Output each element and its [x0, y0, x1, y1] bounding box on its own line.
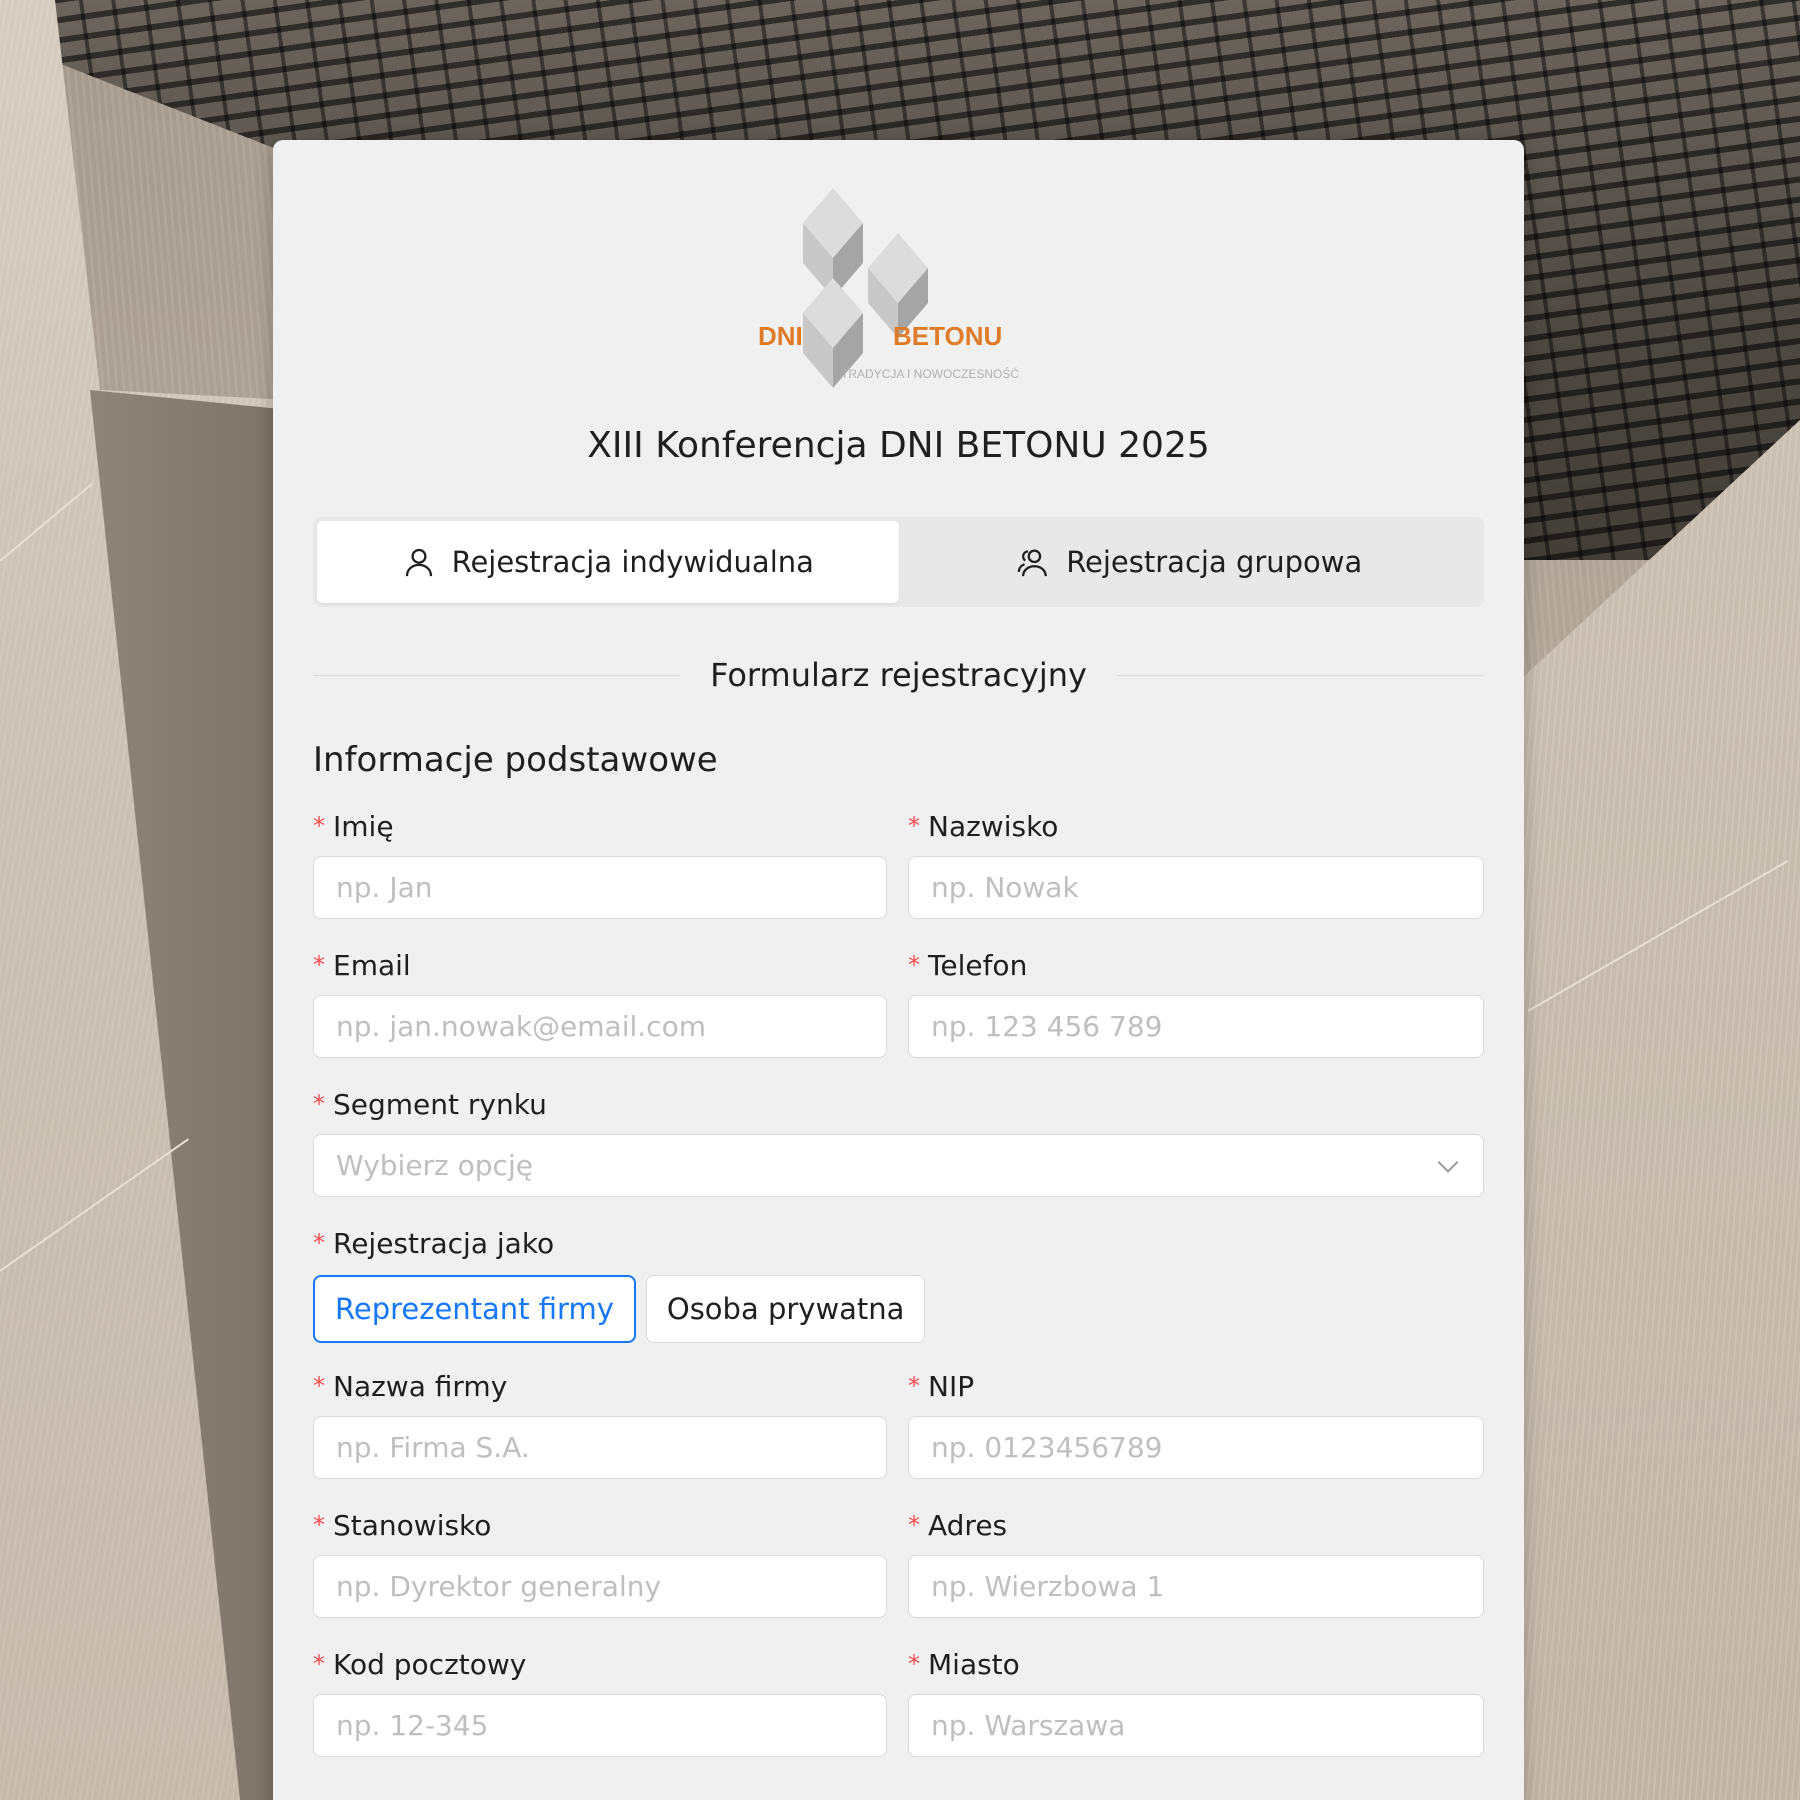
company-label: Nazwa firmy: [333, 1369, 508, 1403]
required-mark: *: [313, 1650, 325, 1678]
register-as-radio-group: Reprezentant firmy Osoba prywatna: [313, 1275, 1484, 1343]
address-input[interactable]: [908, 1555, 1484, 1618]
email-input[interactable]: [313, 995, 887, 1058]
svg-text:DNI: DNI: [758, 321, 803, 351]
chevron-down-icon: [1437, 1160, 1459, 1173]
phone-input[interactable]: [908, 995, 1484, 1058]
first-name-field: * Imię: [313, 808, 887, 919]
company-field: * Nazwa firmy: [313, 1368, 887, 1479]
postal-code-field: * Kod pocztowy: [313, 1646, 887, 1757]
section-title: Informacje podstawowe: [313, 740, 718, 780]
required-mark: *: [313, 1372, 325, 1400]
address-field: * Adres: [908, 1507, 1484, 1618]
divider-line: [313, 674, 681, 676]
segment-label: Segment rynku: [333, 1087, 547, 1121]
form-heading-text: Formularz rejestracyjny: [710, 656, 1087, 694]
user-icon: [405, 548, 432, 577]
registration-tabs: Rejestracja indywidualna Rejestracja gru…: [313, 517, 1484, 607]
register-as-label: Rejestracja jako: [333, 1226, 555, 1260]
required-mark: *: [908, 1511, 920, 1539]
email-label: Email: [333, 948, 411, 982]
city-label: Miasto: [928, 1647, 1020, 1681]
segment-field: * Segment rynku Wybierz opcję: [313, 1086, 1484, 1197]
email-field: * Email: [313, 947, 887, 1058]
company-representative-option[interactable]: Reprezentant firmy: [313, 1275, 636, 1343]
logo-cubes-icon: DNI BETONU TRADYCJA I NOWOCZESNOŚĆ: [758, 188, 1019, 388]
company-input[interactable]: [313, 1416, 887, 1479]
last-name-input[interactable]: [908, 856, 1484, 919]
svg-text:TRADYCJA I NOWOCZESNOŚĆ: TRADYCJA I NOWOCZESNOŚĆ: [841, 366, 1019, 381]
svg-text:BETONU: BETONU: [893, 321, 1002, 351]
register-as-field: * Rejestracja jako Reprezentant firmy Oso…: [313, 1225, 1484, 1343]
last-name-field: * Nazwisko: [908, 808, 1484, 919]
required-mark: *: [313, 812, 325, 840]
nip-field: * NIP: [908, 1368, 1484, 1479]
registration-card: DNI BETONU TRADYCJA I NOWOCZESNOŚĆ XIII …: [273, 140, 1524, 1800]
first-name-label: Imię: [333, 809, 394, 843]
segment-placeholder: Wybierz opcję: [336, 1149, 533, 1182]
position-input[interactable]: [313, 1555, 887, 1618]
required-mark: *: [908, 951, 920, 979]
required-mark: *: [908, 812, 920, 840]
city-input[interactable]: [908, 1694, 1484, 1757]
form-heading: Formularz rejestracyjny: [313, 650, 1485, 700]
divider-line: [1116, 674, 1485, 676]
tab-label: Rejestracja indywidualna: [451, 545, 814, 579]
required-mark: *: [313, 1511, 325, 1539]
nip-input[interactable]: [908, 1416, 1484, 1479]
page-title: XIII Konferencja DNI BETONU 2025: [587, 425, 1210, 466]
postal-code-input[interactable]: [313, 1694, 887, 1757]
position-label: Stanowisko: [333, 1508, 492, 1542]
phone-field: * Telefon: [908, 947, 1484, 1058]
logo: DNI BETONU TRADYCJA I NOWOCZESNOŚĆ: [758, 188, 1048, 388]
required-mark: *: [313, 1090, 325, 1118]
tab-label: Rejestracja grupowa: [1066, 545, 1363, 579]
required-mark: *: [313, 1229, 325, 1257]
private-person-option[interactable]: Osoba prywatna: [645, 1275, 926, 1343]
nip-label: NIP: [928, 1369, 975, 1403]
required-mark: *: [908, 1372, 920, 1400]
required-mark: *: [908, 1650, 920, 1678]
required-mark: *: [313, 951, 325, 979]
users-icon: [1017, 549, 1048, 577]
segment-select[interactable]: Wybierz opcję: [313, 1134, 1484, 1197]
address-label: Adres: [928, 1508, 1008, 1542]
last-name-label: Nazwisko: [928, 809, 1059, 843]
postal-code-label: Kod pocztowy: [333, 1647, 527, 1681]
tab-individual[interactable]: Rejestracja indywidualna: [317, 521, 899, 603]
first-name-input[interactable]: [313, 856, 887, 919]
tab-group[interactable]: Rejestracja grupowa: [899, 521, 1481, 603]
phone-label: Telefon: [928, 948, 1028, 982]
city-field: * Miasto: [908, 1646, 1484, 1757]
position-field: * Stanowisko: [313, 1507, 887, 1618]
